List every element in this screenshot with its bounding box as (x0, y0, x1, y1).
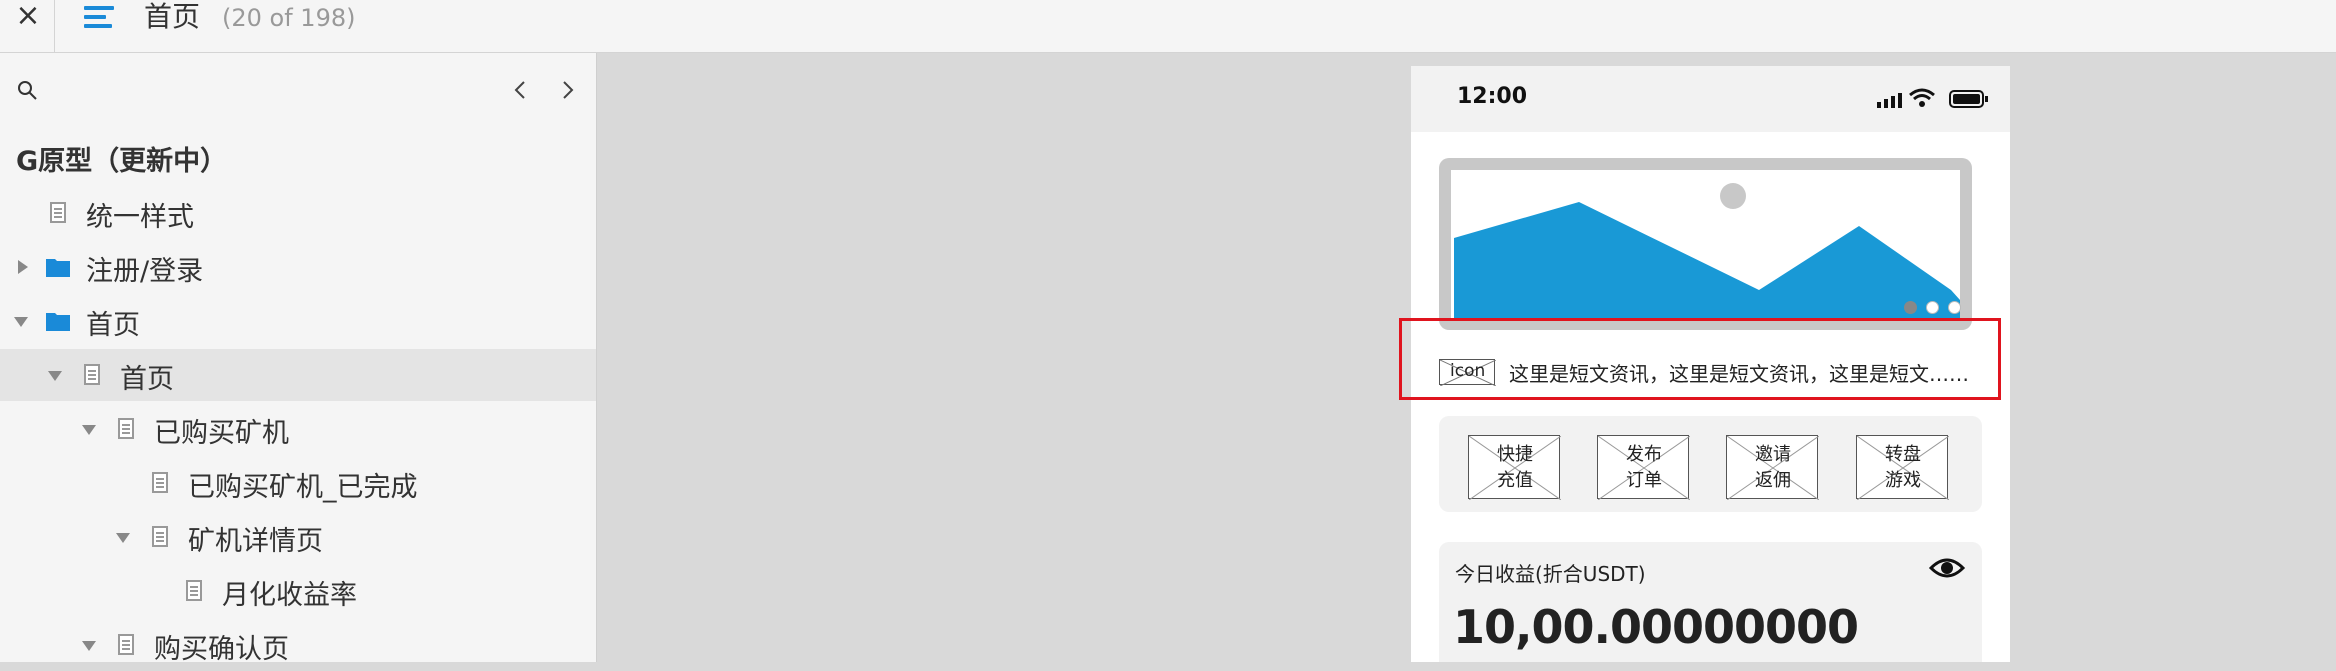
quick-action-line2: 返佣 (1755, 470, 1791, 491)
collapse-arrow-icon[interactable] (14, 317, 28, 327)
tree-item-label: 购买确认页 (154, 634, 289, 665)
quick-recharge-button[interactable]: 快捷 充值 (1468, 435, 1561, 500)
tree-item-label: 首页 (120, 364, 174, 395)
income-value: 10,00.00000000 (1453, 600, 1859, 654)
page-icon (84, 364, 100, 385)
tree-item-label: 已购买矿机_已完成 (188, 472, 418, 503)
tree-item-label: 已购买矿机 (154, 418, 289, 449)
page-title: 首页 (144, 0, 201, 33)
phone-content: icon 这里是短文资讯，这里是短文资讯，这里是短文…… 快捷 充值 发布 订单… (1399, 0, 2010, 662)
page-icon (50, 202, 66, 223)
close-button[interactable]: × (12, 0, 44, 32)
quick-action-line2: 充值 (1497, 470, 1533, 491)
wheel-game-button[interactable]: 转盘 游戏 (1856, 435, 1949, 500)
news-icon-label: icon (1450, 361, 1486, 381)
collapse-arrow-icon[interactable] (116, 533, 130, 543)
chevron-right-icon[interactable] (554, 75, 582, 105)
carousel-dot[interactable] (1926, 301, 1939, 314)
page-icon (118, 418, 134, 439)
folder-icon (46, 259, 70, 277)
quick-action-line2: 游戏 (1885, 470, 1921, 491)
tree-item-unified-style[interactable]: 统一样式 (0, 187, 596, 239)
page-icon (118, 634, 134, 655)
quick-action-line1: 邀请 (1755, 444, 1791, 465)
tree-item-label: 月化收益率 (222, 580, 357, 611)
divider (54, 0, 55, 52)
banner-carousel[interactable] (1439, 158, 1972, 330)
tree-item-purchase-confirm[interactable]: 购买确认页 (0, 619, 596, 671)
collapse-arrow-icon[interactable] (82, 425, 96, 435)
project-title: G原型（更新中） (16, 146, 228, 177)
banner-image-placeholder (1451, 170, 1960, 318)
carousel-dot[interactable] (1948, 301, 1961, 314)
tree-item-label: 矿机详情页 (188, 526, 323, 557)
quick-action-line1: 转盘 (1885, 444, 1921, 465)
tree-item-label: 首页 (86, 310, 140, 341)
sidebar: G原型（更新中） 统一样式 注册/登录 首页 首页 已购买矿机 已购买矿机_已完… (0, 53, 597, 665)
tree-item-label: 统一样式 (86, 202, 194, 233)
search-icon[interactable] (16, 79, 40, 103)
quick-actions-panel: 快捷 充值 发布 订单 邀请 返佣 转盘 游戏 (1439, 416, 1982, 512)
page-count: (20 of 198) (222, 4, 356, 32)
tree-item-register-login[interactable]: 注册/登录 (0, 241, 596, 293)
folder-icon (46, 313, 70, 331)
chevron-left-icon[interactable] (506, 75, 534, 105)
tree-item-home-folder[interactable]: 首页 (0, 295, 596, 347)
expand-arrow-icon[interactable] (18, 260, 28, 274)
quick-action-line1: 快捷 (1497, 444, 1533, 465)
quick-action-line1: 发布 (1626, 444, 1662, 465)
quick-action-line2: 订单 (1626, 470, 1662, 491)
page-icon (186, 580, 202, 601)
page-icon (152, 526, 168, 547)
news-ticker-text[interactable]: 这里是短文资讯，这里是短文资讯，这里是短文…… (1509, 358, 1969, 387)
tree-item-label: 注册/登录 (86, 256, 204, 287)
tree-item-monthly-yield[interactable]: 月化收益率 (0, 565, 596, 617)
page-icon (152, 472, 168, 493)
news-icon-placeholder: icon (1439, 359, 1496, 386)
eye-icon[interactable] (1929, 554, 1965, 582)
income-label: 今日收益(折合USDT) (1455, 562, 1646, 586)
menu-icon[interactable] (84, 2, 116, 32)
tree-item-home-page[interactable]: 首页 (0, 349, 596, 401)
tree-item-miner-detail[interactable]: 矿机详情页 (0, 511, 596, 563)
image-placeholder-icon (1454, 183, 1960, 318)
tree-item-purchased-miners-completed[interactable]: 已购买矿机_已完成 (0, 457, 596, 509)
collapse-arrow-icon[interactable] (48, 371, 62, 381)
invite-rebate-button[interactable]: 邀请 返佣 (1726, 435, 1819, 500)
tree-item-purchased-miners[interactable]: 已购买矿机 (0, 403, 596, 455)
today-income-panel: 今日收益(折合USDT) 10,00.00000000 (1439, 542, 1982, 662)
publish-order-button[interactable]: 发布 订单 (1597, 435, 1690, 500)
carousel-dot-active[interactable] (1904, 301, 1917, 314)
collapse-arrow-icon[interactable] (82, 641, 96, 651)
